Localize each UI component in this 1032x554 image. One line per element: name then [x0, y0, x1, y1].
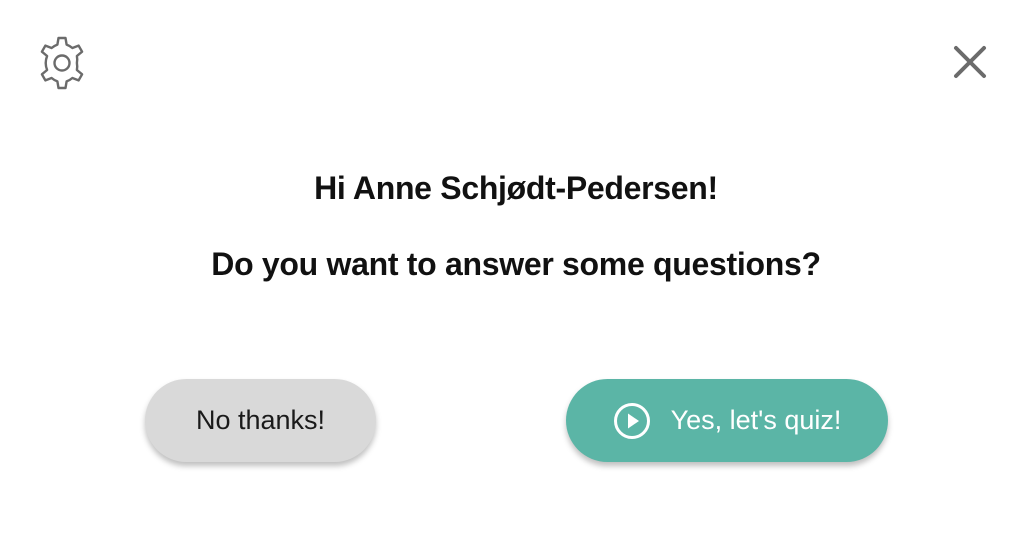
play-circle-icon: [613, 402, 651, 440]
close-icon: [954, 46, 986, 78]
no-thanks-button[interactable]: No thanks!: [145, 379, 376, 462]
gear-icon: [40, 36, 84, 90]
quiz-invite-dialog: Hi Anne Schjødt-Pedersen! Do you want to…: [0, 0, 1032, 554]
question-text: Do you want to answer some questions?: [211, 246, 821, 282]
greeting-text: Hi Anne Schjødt-Pedersen!: [314, 170, 718, 206]
close-button[interactable]: [946, 38, 994, 86]
start-quiz-button[interactable]: Yes, let's quiz!: [566, 379, 888, 462]
settings-button[interactable]: [31, 32, 93, 94]
start-quiz-label: Yes, let's quiz!: [670, 405, 842, 435]
no-thanks-label: No thanks!: [195, 405, 326, 435]
